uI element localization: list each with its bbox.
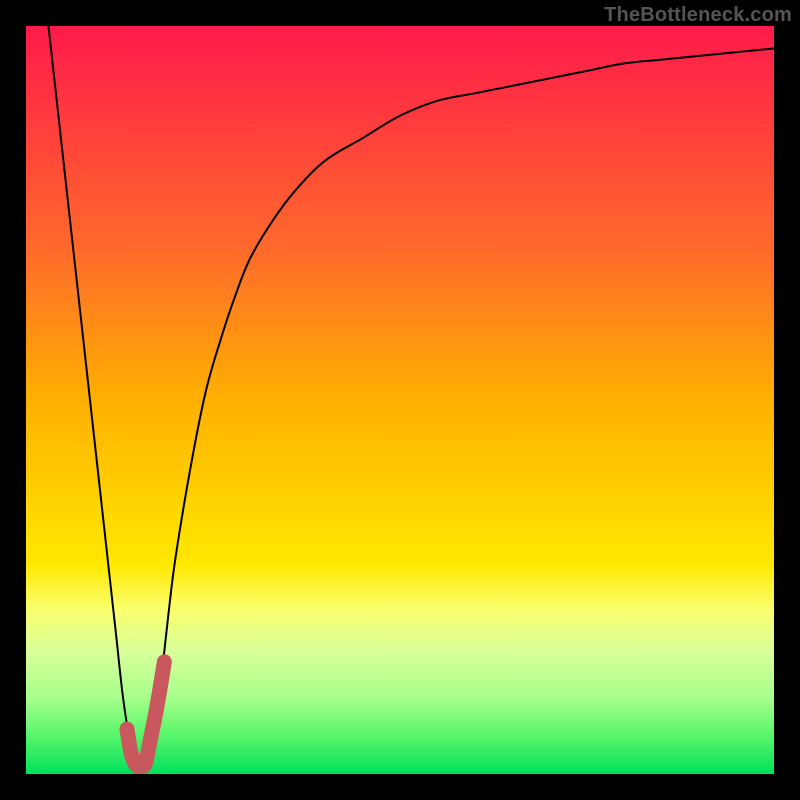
gradient-background bbox=[26, 26, 774, 774]
chart-frame: TheBottleneck.com bbox=[0, 0, 800, 800]
attribution-label: TheBottleneck.com bbox=[604, 4, 792, 27]
chart-svg bbox=[26, 26, 774, 774]
plot-area bbox=[26, 26, 774, 774]
